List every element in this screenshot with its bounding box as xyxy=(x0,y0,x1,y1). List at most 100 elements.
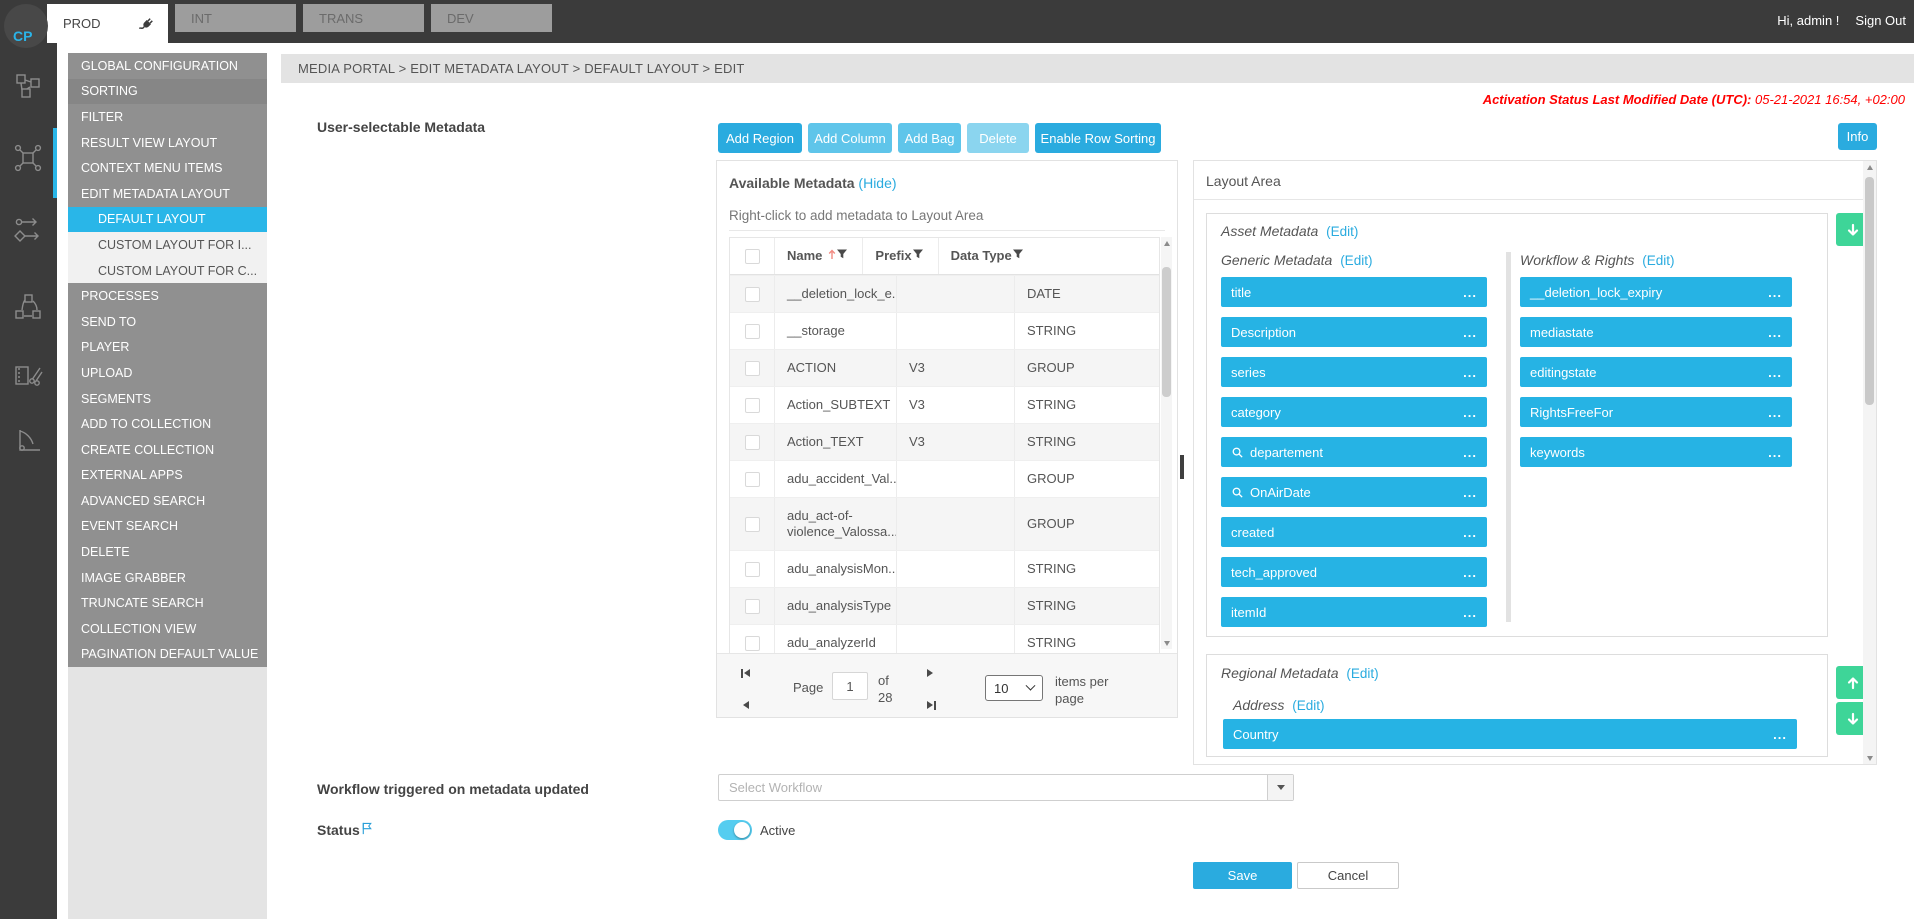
chip-menu-ellipsis[interactable]: ... xyxy=(1463,365,1477,380)
previous-page-button[interactable] xyxy=(743,700,749,710)
sidebar-item[interactable]: CUSTOM LAYOUT FOR C... xyxy=(68,258,267,284)
column-header[interactable]: Name xyxy=(774,238,862,274)
chip-menu-ellipsis[interactable]: ... xyxy=(1463,445,1477,460)
media-edit-icon[interactable] xyxy=(13,360,43,390)
chip-menu-ellipsis[interactable]: ... xyxy=(1463,325,1477,340)
filter-funnel-icon[interactable] xyxy=(1012,248,1024,264)
table-row[interactable]: __deletion_lock_e... DATE xyxy=(730,275,1159,312)
sidebar-item[interactable]: UPLOAD xyxy=(68,360,267,386)
regional-metadata-edit-link[interactable]: (Edit) xyxy=(1346,666,1378,681)
workflow-select[interactable]: Select Workflow xyxy=(718,774,1294,801)
table-row[interactable]: adu_act-of-violence_Valossa... GROUP xyxy=(730,497,1159,550)
row-checkbox[interactable] xyxy=(745,562,760,577)
metadata-chip[interactable]: editingstate ... xyxy=(1520,357,1792,387)
generic-metadata-edit-link[interactable]: (Edit) xyxy=(1340,253,1372,268)
workflow-rights-edit-link[interactable]: (Edit) xyxy=(1642,253,1674,268)
sidebar-item[interactable]: GLOBAL CONFIGURATION xyxy=(68,53,267,79)
metadata-chip[interactable]: RightsFreeFor ... xyxy=(1520,397,1792,427)
metadata-chip[interactable]: Country ... xyxy=(1223,719,1797,749)
sidebar-item[interactable]: TRUNCATE SEARCH xyxy=(68,590,267,616)
hide-link[interactable]: (Hide) xyxy=(858,175,896,191)
metadata-chip[interactable]: series ... xyxy=(1221,357,1487,387)
metadata-chip[interactable]: category ... xyxy=(1221,397,1487,427)
sidebar-item[interactable]: CONTEXT MENU ITEMS xyxy=(68,155,267,181)
sidebar-item[interactable]: CREATE COLLECTION xyxy=(68,437,267,463)
sidebar-item[interactable]: DEFAULT LAYOUT xyxy=(68,207,267,233)
sidebar-item[interactable]: FILTER xyxy=(68,104,267,130)
sidebar-item[interactable]: PLAYER xyxy=(68,335,267,361)
row-checkbox[interactable] xyxy=(745,361,760,376)
process-flow-icon[interactable] xyxy=(13,215,43,245)
sidebar-item[interactable]: ADD TO COLLECTION xyxy=(68,411,267,437)
environment-tab[interactable]: TRANS xyxy=(303,4,424,32)
table-row[interactable]: ACTION V3 GROUP xyxy=(730,349,1159,386)
chip-menu-ellipsis[interactable]: ... xyxy=(1463,485,1477,500)
segment-tool-icon[interactable] xyxy=(13,426,43,456)
sidebar-item[interactable]: EDIT METADATA LAYOUT xyxy=(68,181,267,207)
page-size-select[interactable]: 10 xyxy=(985,675,1043,701)
row-checkbox[interactable] xyxy=(745,636,760,651)
layout-area-scrollbar[interactable] xyxy=(1863,161,1876,764)
sidebar-item[interactable]: EVENT SEARCH xyxy=(68,514,267,540)
chip-menu-ellipsis[interactable]: ... xyxy=(1463,605,1477,620)
sidebar-item[interactable]: SEGMENTS xyxy=(68,386,267,412)
metadata-chip[interactable]: mediastate ... xyxy=(1520,317,1792,347)
table-row[interactable]: adu_accident_Val... GROUP xyxy=(730,460,1159,497)
sidebar-item[interactable]: ADVANCED SEARCH xyxy=(68,488,267,514)
enable-row-sorting-button[interactable]: Enable Row Sorting xyxy=(1035,123,1161,153)
sidebar-item[interactable]: EXTERNAL APPS xyxy=(68,463,267,489)
address-edit-link[interactable]: (Edit) xyxy=(1292,698,1324,713)
filter-funnel-icon[interactable] xyxy=(836,248,848,264)
metadata-chip[interactable]: itemId ... xyxy=(1221,597,1487,627)
chip-menu-ellipsis[interactable]: ... xyxy=(1768,325,1782,340)
row-checkbox[interactable] xyxy=(745,517,760,532)
first-page-button[interactable] xyxy=(741,668,750,678)
chip-menu-ellipsis[interactable]: ... xyxy=(1463,565,1477,580)
chip-menu-ellipsis[interactable]: ... xyxy=(1768,445,1782,460)
page-input[interactable] xyxy=(832,672,868,700)
save-button[interactable]: Save xyxy=(1193,862,1292,889)
scroll-down-icon[interactable] xyxy=(1161,637,1172,649)
chip-menu-ellipsis[interactable]: ... xyxy=(1463,525,1477,540)
table-scrollbar-thumb[interactable] xyxy=(1162,267,1171,397)
app-logo[interactable]: CP xyxy=(4,4,48,48)
row-checkbox[interactable] xyxy=(745,324,760,339)
sidebar-item[interactable]: SORTING xyxy=(68,79,267,105)
table-row[interactable]: Action_TEXT V3 STRING xyxy=(730,423,1159,460)
info-button[interactable]: Info xyxy=(1838,123,1877,150)
breadcrumb[interactable]: MEDIA PORTAL > EDIT METADATA LAYOUT > DE… xyxy=(281,54,1914,83)
metadata-configuration-icon[interactable] xyxy=(13,143,43,173)
add-column-button[interactable]: Add Column xyxy=(808,123,892,153)
sidebar-item[interactable]: CUSTOM LAYOUT FOR I... xyxy=(68,232,267,258)
metadata-chip[interactable]: OnAirDate ... xyxy=(1221,477,1487,507)
sidebar-item[interactable]: PROCESSES xyxy=(68,283,267,309)
cancel-button[interactable]: Cancel xyxy=(1297,862,1399,889)
chip-menu-ellipsis[interactable]: ... xyxy=(1463,285,1477,300)
metadata-chip[interactable]: tech_approved ... xyxy=(1221,557,1487,587)
row-checkbox[interactable] xyxy=(745,287,760,302)
column-header[interactable]: Data Type xyxy=(938,238,1038,274)
add-region-button[interactable]: Add Region xyxy=(718,123,802,153)
sidebar-item[interactable]: SEND TO xyxy=(68,309,267,335)
chip-menu-ellipsis[interactable]: ... xyxy=(1773,727,1787,742)
delete-button[interactable]: Delete xyxy=(967,123,1029,153)
metadata-chip[interactable]: keywords ... xyxy=(1520,437,1792,467)
layout-area-scrollbar-thumb[interactable] xyxy=(1865,177,1874,405)
table-scrollbar[interactable] xyxy=(1161,237,1172,649)
metadata-chip[interactable]: departement ... xyxy=(1221,437,1487,467)
sidebar-item[interactable]: COLLECTION VIEW xyxy=(68,616,267,642)
sign-out-link[interactable]: Sign Out xyxy=(1855,13,1906,28)
scroll-up-icon[interactable] xyxy=(1863,161,1876,173)
add-bag-button[interactable]: Add Bag xyxy=(898,123,961,153)
table-row[interactable]: __storage STRING xyxy=(730,312,1159,349)
row-checkbox[interactable] xyxy=(745,599,760,614)
collection-cycle-icon[interactable] xyxy=(13,292,43,322)
filter-funnel-icon[interactable] xyxy=(912,248,924,264)
metadata-chip[interactable]: created ... xyxy=(1221,517,1487,547)
column-header[interactable]: Prefix xyxy=(862,238,937,274)
sort-ascending-icon[interactable] xyxy=(828,248,836,264)
chip-menu-ellipsis[interactable]: ... xyxy=(1463,405,1477,420)
table-row[interactable]: adu_analysisType STRING xyxy=(730,587,1159,624)
asset-metadata-edit-link[interactable]: (Edit) xyxy=(1326,224,1358,239)
next-page-button[interactable] xyxy=(927,668,933,678)
